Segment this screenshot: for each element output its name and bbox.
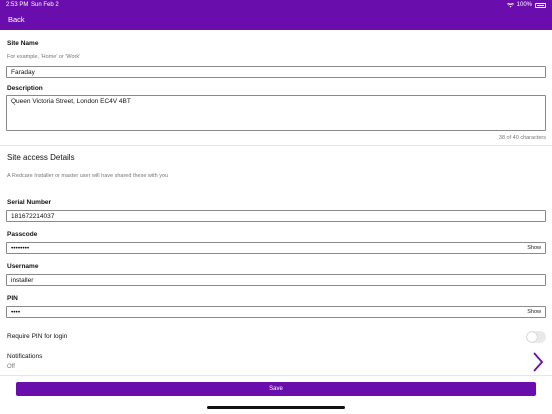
section-hint: A Redcare Installer or master user will … bbox=[7, 173, 169, 179]
divider bbox=[0, 375, 552, 376]
require-pin-label: Require PIN for login bbox=[7, 333, 68, 340]
battery-icon bbox=[535, 2, 546, 8]
home-indicator bbox=[207, 406, 345, 409]
passcode-input[interactable]: •••••••• Show bbox=[6, 242, 546, 254]
pin-input[interactable]: •••• Show bbox=[6, 306, 546, 318]
notifications-label[interactable]: Notifications bbox=[7, 353, 42, 360]
back-button[interactable]: Back bbox=[8, 15, 25, 24]
chevron-right-icon[interactable] bbox=[532, 352, 544, 372]
notifications-value: Off bbox=[7, 364, 15, 370]
site-name-label: Site Name bbox=[7, 40, 39, 47]
serial-number-label: Serial Number bbox=[7, 199, 52, 206]
passcode-value: •••••••• bbox=[11, 245, 30, 252]
wifi-icon bbox=[506, 2, 514, 7]
description-counter: 38 of 40 characters bbox=[498, 135, 546, 141]
description-input[interactable]: Queen Victoria Street, London EC4V 4BT bbox=[6, 95, 546, 131]
passcode-label: Passcode bbox=[7, 231, 38, 238]
pin-value: •••• bbox=[11, 309, 21, 316]
username-input[interactable]: installer bbox=[6, 274, 546, 286]
toggle-knob bbox=[527, 332, 537, 342]
pin-show-button[interactable]: Show bbox=[527, 309, 541, 315]
status-date: Sun Feb 2 bbox=[31, 2, 59, 8]
passcode-show-button[interactable]: Show bbox=[527, 245, 541, 251]
site-name-hint: For example, 'Home' or 'Work' bbox=[7, 54, 81, 60]
username-label: Username bbox=[7, 263, 39, 270]
divider bbox=[0, 145, 552, 146]
app-header: 2:53 PM Sun Feb 2 100% Back bbox=[0, 0, 552, 30]
description-label: Description bbox=[7, 85, 43, 92]
status-time: 2:53 PM bbox=[6, 2, 29, 8]
save-button[interactable]: Save bbox=[16, 382, 536, 396]
battery-percent: 100% bbox=[516, 2, 532, 8]
serial-number-input[interactable]: 181672214037 bbox=[6, 210, 546, 222]
site-name-input[interactable]: Faraday bbox=[6, 66, 546, 78]
require-pin-toggle[interactable] bbox=[526, 331, 546, 343]
pin-label: PIN bbox=[7, 295, 18, 302]
status-indicators: 100% bbox=[506, 2, 546, 8]
section-title: Site access Details bbox=[7, 153, 75, 162]
